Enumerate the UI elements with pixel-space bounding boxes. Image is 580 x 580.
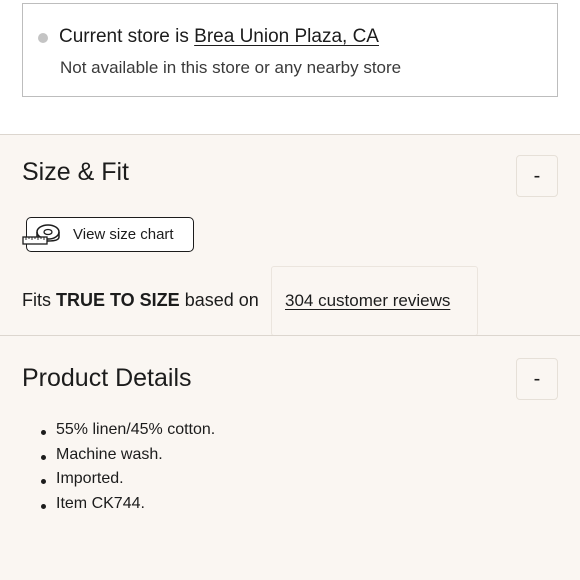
fit-value: TRUE TO SIZE: [56, 290, 180, 310]
store-availability-box: Current store is Brea Union Plaza, CA No…: [22, 3, 558, 97]
list-item: Item CK744.: [40, 495, 215, 520]
customer-reviews-link[interactable]: 304 customer reviews: [271, 266, 478, 336]
product-details-list: 55% linen/45% cotton. Machine wash. Impo…: [40, 421, 215, 520]
measuring-tape-icon: [22, 224, 60, 245]
size-fit-collapse-button[interactable]: -: [516, 155, 558, 197]
list-item: 55% linen/45% cotton.: [40, 421, 215, 446]
current-store-prefix: Current store is: [59, 26, 195, 47]
product-details-section: Product Details - 55% linen/45% cotton. …: [0, 336, 580, 580]
size-fit-section: Size & Fit - View size chart Fits TRUE T…: [0, 135, 580, 336]
view-size-chart-label: View size chart: [73, 226, 174, 243]
fits-suffix: based on: [179, 290, 259, 310]
product-details-collapse-button[interactable]: -: [516, 358, 558, 400]
list-item: Machine wash.: [40, 446, 215, 471]
current-store-line: Current store is Brea Union Plaza, CA: [59, 26, 379, 48]
fits-prefix: Fits: [22, 290, 56, 310]
store-availability-text: Not available in this store or any nearb…: [60, 58, 402, 77]
customer-reviews-label: 304 customer reviews: [285, 291, 451, 310]
fit-summary: Fits TRUE TO SIZE based on: [22, 290, 259, 311]
size-fit-title: Size & Fit: [22, 158, 129, 186]
store-status-dot: [38, 33, 48, 43]
product-details-title: Product Details: [22, 364, 192, 392]
list-item: Imported.: [40, 470, 215, 495]
store-name-link[interactable]: Brea Union Plaza, CA: [194, 26, 379, 47]
view-size-chart-button[interactable]: View size chart: [22, 217, 194, 252]
